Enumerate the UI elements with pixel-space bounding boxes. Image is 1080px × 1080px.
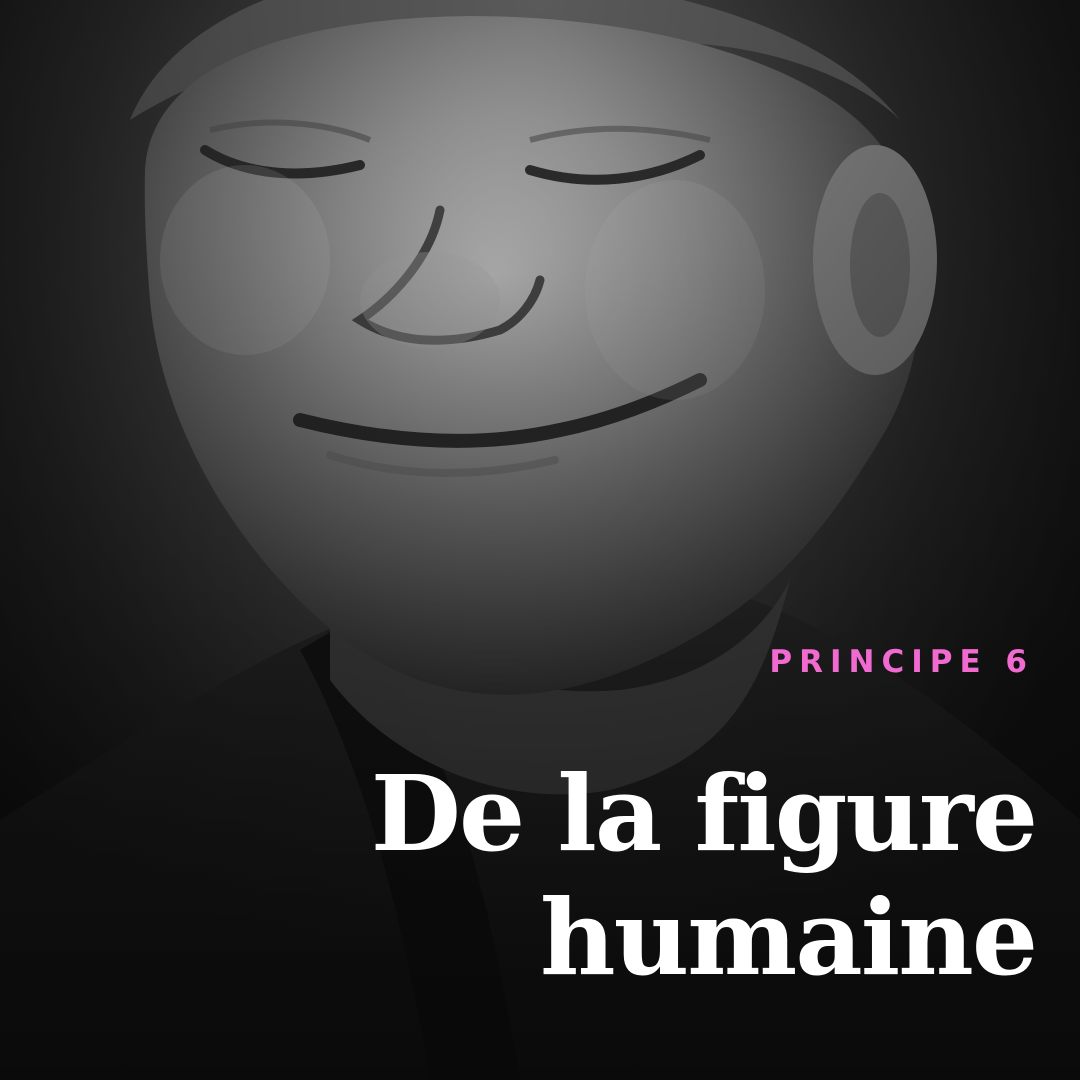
title: De la figure humaine <box>336 752 1038 1000</box>
poster: PRINCIPE 6 De la figure humaine <box>0 0 1080 1080</box>
title-line-1: De la figure <box>370 752 1038 875</box>
principle-label: PRINCIPE 6 <box>769 644 1034 680</box>
title-line-2: humaine <box>540 876 1038 999</box>
